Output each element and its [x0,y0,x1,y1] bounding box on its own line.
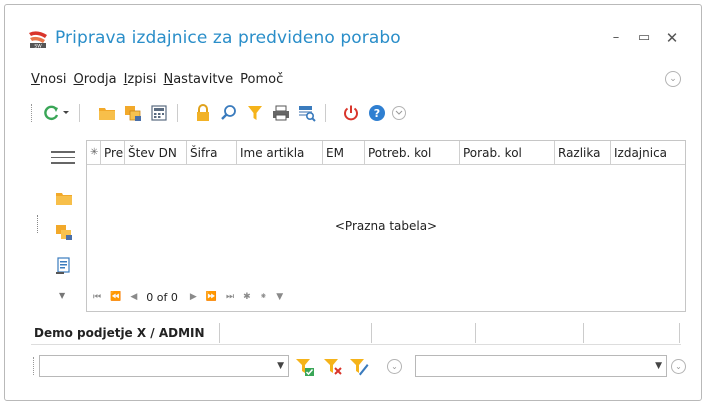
menu-label: Pomoč [240,72,284,87]
menu-nastavitve[interactable]: Nastavitve [163,72,233,92]
filter-options-icon[interactable]: ⌄ [387,359,402,374]
hamburger-menu-icon[interactable] [51,151,75,165]
column-header[interactable]: Štev DN [125,141,187,165]
column-header[interactable]: Potreb. kol [365,141,460,165]
toolbar: ? [31,101,431,125]
menu-bar: Vnosi Orodja Izpisi Nastavitve Pomoč [31,72,290,92]
filter-bar: ▼ ⌄ ▼ ⌄ [31,353,691,381]
record-navigator: ⏮ ⏪ ◀ 0 of 0 ▶ ⏩ ⏭ ✱ ⁕ ▼ [93,289,292,305]
nav-more-chevron-icon[interactable]: ▼ [59,291,65,300]
previous-page-icon[interactable]: ⏪ [110,292,121,302]
chevron-down-icon[interactable]: ▼ [277,361,284,371]
filterbar-grip [33,357,36,375]
menu-vnosi[interactable]: Vnosi [31,72,66,92]
column-header[interactable]: Razlika [555,141,611,165]
refresh-dropdown-icon[interactable] [61,103,71,123]
status-divider [475,323,476,343]
menu-label: astavitve [173,72,234,87]
search-icon[interactable] [219,103,239,123]
menu-mnemonic: O [73,72,84,87]
app-window: SW Priprava izdajnice za predvideno pora… [4,4,702,401]
menu-mnemonic: V [31,72,40,87]
record-count: 0 of 0 [146,290,178,304]
filter-combo-left[interactable]: ▼ [39,355,289,377]
filter-right-options-icon[interactable]: ⌄ [671,359,686,374]
close-button[interactable]: ✕ [661,27,683,49]
last-record-icon[interactable]: ⏭ [226,292,234,302]
chevron-down-icon[interactable]: ▼ [655,361,662,371]
toolbar-separator [79,104,80,122]
next-record-icon[interactable]: ▶ [190,292,197,302]
app-logo-icon: SW [29,31,47,50]
lock-icon[interactable] [193,103,213,123]
column-header[interactable]: Šifra [187,141,237,165]
calculator-icon[interactable] [149,103,169,123]
column-header[interactable]: Pre [101,141,125,165]
status-divider [371,323,372,343]
menu-label: zpisi [127,72,157,87]
menu-options-icon[interactable]: ⌄ [665,71,681,87]
status-divider [583,323,584,343]
status-divider [219,323,220,343]
edit-filter-icon[interactable] [349,357,369,377]
first-record-icon[interactable]: ⏮ [93,292,101,302]
status-bar: Demo podjetje X / ADMIN [31,317,681,345]
left-nav: ▼ [37,143,85,313]
data-grid: ✳ Pre Štev DN Šifra Ime artikla EM Potre… [86,140,686,312]
toolbar-grip[interactable] [31,104,34,122]
menu-mnemonic: N [163,72,174,87]
svg-text:?: ? [374,107,380,120]
open-folder-icon[interactable] [97,103,117,123]
navigator-filter-icon[interactable]: ▼ [276,292,283,302]
menu-izpisi[interactable]: Izpisi [124,72,157,92]
column-header[interactable]: EM [323,141,365,165]
empty-table-text: <Prazna tabela> [334,219,438,233]
column-header[interactable]: Porab. kol [460,141,555,165]
power-icon[interactable] [341,103,361,123]
nav-grip [37,215,39,233]
preview-search-icon[interactable] [297,103,317,123]
print-icon[interactable] [271,103,291,123]
filter-combo-right[interactable]: ▼ [415,355,667,377]
nav-folder-icon[interactable] [55,189,73,207]
next-page-icon[interactable]: ⏩ [206,292,217,302]
grid-new-row-icon[interactable]: ✳ [87,141,101,165]
toolbar-separator [177,104,178,122]
copy-documents-icon[interactable] [123,103,143,123]
company-user-label: Demo podjetje X / ADMIN [34,326,205,340]
menu-label: rodja [83,72,117,87]
svg-text:SW: SW [34,44,42,50]
append-record-icon[interactable]: ✱ [243,292,251,302]
toolbar-options-icon[interactable] [389,103,409,123]
filter-icon[interactable] [245,103,265,123]
menu-pomoc[interactable]: Pomoč [240,72,283,92]
previous-record-icon[interactable]: ◀ [130,292,137,302]
help-icon[interactable]: ? [367,103,387,123]
column-header[interactable]: Izdajnica [611,141,685,165]
maximize-button[interactable]: ▭ [633,27,655,49]
menu-orodja[interactable]: Orodja [73,72,116,92]
nav-report-icon[interactable] [55,257,73,275]
status-divider [679,323,680,343]
refresh-icon[interactable] [41,103,61,123]
window-title: Priprava izdajnice za predvideno porabo [55,28,401,48]
apply-filter-icon[interactable] [295,357,315,377]
insert-record-icon[interactable]: ⁕ [260,292,268,302]
title-bar: SW Priprava izdajnice za predvideno pora… [5,5,701,67]
nav-documents-icon[interactable] [55,223,73,241]
menu-label: nosi [39,72,67,87]
grid-header: ✳ Pre Štev DN Šifra Ime artikla EM Potre… [87,141,685,165]
column-header[interactable]: Ime artikla [237,141,323,165]
minimize-button[interactable]: – [605,27,627,49]
toolbar-separator [325,104,326,122]
clear-filter-icon[interactable] [323,357,343,377]
